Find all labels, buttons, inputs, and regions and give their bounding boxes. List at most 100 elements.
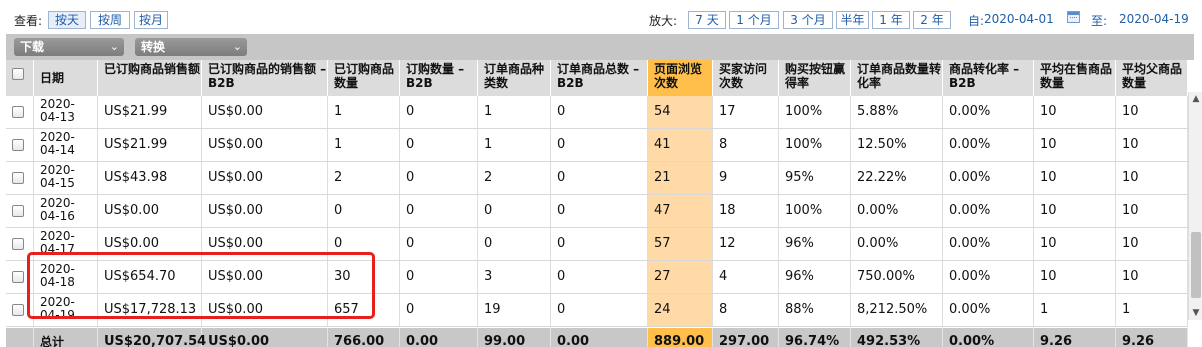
row-select-cell (6, 96, 34, 128)
cell-items-b2b: 0 (551, 129, 648, 161)
scroll-up-icon[interactable]: ▲ (1189, 94, 1202, 104)
column-header-items[interactable]: 订单商品种类数 (478, 60, 551, 96)
cell-sessions: 18 (713, 195, 779, 227)
column-header-buybox[interactable]: 购买按钮赢得率 (779, 60, 851, 96)
date-month-day: 04-15 (40, 176, 75, 190)
view-by-day-button[interactable]: 按天 (48, 11, 86, 29)
calendar-icon[interactable] (1067, 11, 1080, 23)
cell-items: 19 (478, 294, 551, 326)
column-header-unit-session[interactable]: 订单商品数量转化率 (851, 60, 943, 96)
cell-unit-session: 22.22% (851, 162, 943, 194)
total-units-b2b: 0.00 (400, 328, 478, 347)
cell-units-b2b: 0 (400, 129, 478, 161)
cell-page-views: 54 (648, 96, 713, 128)
cell-avg-parent: 10 (1116, 261, 1188, 293)
cell-avg-offers: 10 (1034, 96, 1116, 128)
date-cell: 2020- 04-13 (34, 96, 98, 128)
vertical-scrollbar[interactable]: ▲ ▼ (1188, 92, 1202, 320)
cell-sales: US$21.99 (98, 96, 202, 128)
cell-items-b2b: 0 (551, 162, 648, 194)
zoom-2-years-button[interactable]: 2 年 (913, 11, 951, 29)
select-all-checkbox[interactable] (12, 68, 24, 80)
chevron-down-icon: ⌄ (232, 40, 242, 53)
convert-dropdown[interactable]: 转换 ⌄ (135, 38, 247, 56)
view-by-week-button[interactable]: 按周 (90, 11, 130, 29)
cell-sales-b2b: US$0.00 (202, 129, 328, 161)
column-header-units-b2b[interactable]: 订购数量 – B2B (400, 60, 478, 96)
cell-avg-offers: 1 (1034, 294, 1116, 326)
total-sales-b2b: US$0.00 (202, 328, 328, 347)
row-checkbox[interactable] (12, 205, 24, 217)
zoom-7-days-button[interactable]: 7 天 (688, 11, 726, 29)
cell-unit-session-b2b: 0.00% (943, 162, 1034, 194)
cell-avg-parent: 10 (1116, 129, 1188, 161)
column-header-page-views[interactable]: 页面浏览次数 (648, 60, 713, 96)
column-header-units[interactable]: 已订购商品数量 (328, 60, 400, 96)
zoom-1-month-button[interactable]: 1 个月 (729, 11, 779, 29)
column-header-unit-session-b2b[interactable]: 商品转化率 – B2B (943, 60, 1034, 96)
download-dropdown[interactable]: 下载 ⌄ (14, 38, 124, 56)
table-row: 2020- 04-16 US$0.00 US$0.00 0 0 0 0 47 18 100% 0.00… (6, 195, 1188, 228)
cell-units-b2b: 0 (400, 162, 478, 194)
cell-units: 1 (328, 129, 400, 161)
cell-sessions: 9 (713, 162, 779, 194)
cell-page-views: 41 (648, 129, 713, 161)
column-header-date[interactable]: 日期 (34, 60, 98, 96)
action-bar: 下载 ⌄ 转换 ⌄ (6, 34, 1194, 60)
column-header-sales[interactable]: 已订购商品销售额 (98, 60, 202, 96)
total-avg-parent: 9.26 (1116, 328, 1188, 347)
from-date-label: 自: (968, 14, 985, 28)
cell-buybox: 88% (779, 294, 851, 326)
total-items-b2b: 0.00 (551, 328, 648, 347)
cell-units-b2b: 0 (400, 228, 478, 260)
column-header-sales-b2b[interactable]: 已订购商品的销售额 – B2B (202, 60, 328, 96)
total-spacer-cell (6, 328, 34, 347)
from-date-value[interactable]: 2020-04-01 (984, 12, 1054, 26)
scrollbar-thumb[interactable] (1191, 232, 1201, 298)
column-header-items-b2b[interactable]: 订单商品总数 – B2B (551, 60, 648, 96)
cell-unit-session: 5.88% (851, 96, 943, 128)
table-row: 2020- 04-13 US$21.99 US$0.00 1 0 1 0 54 17 100% 5.8… (6, 96, 1188, 129)
date-cell: 2020- 04-15 (34, 162, 98, 194)
cell-sales-b2b: US$0.00 (202, 96, 328, 128)
row-checkbox[interactable] (12, 238, 24, 250)
view-by-month-button[interactable]: 按月 (134, 11, 168, 29)
scroll-down-icon[interactable]: ▼ (1189, 308, 1202, 318)
row-checkbox[interactable] (12, 304, 24, 316)
cell-sales: US$43.98 (98, 162, 202, 194)
cell-units-b2b: 0 (400, 195, 478, 227)
cell-page-views: 27 (648, 261, 713, 293)
total-label: 总计 (34, 328, 98, 347)
column-header-avg-parent[interactable]: 平均父商品数量 (1116, 60, 1188, 96)
cell-unit-session-b2b: 0.00% (943, 195, 1034, 227)
row-select-cell (6, 195, 34, 227)
cell-avg-offers: 10 (1034, 228, 1116, 260)
table-row: 2020- 04-15 US$43.98 US$0.00 2 0 2 0 21 9 95% 22.22… (6, 162, 1188, 195)
cell-items: 0 (478, 195, 551, 227)
cell-items: 3 (478, 261, 551, 293)
cell-buybox: 100% (779, 96, 851, 128)
zoom-half-year-button[interactable]: 半年 (836, 11, 869, 29)
total-page-views: 889.00 (648, 328, 713, 347)
zoom-3-months-button[interactable]: 3 个月 (783, 11, 833, 29)
column-header-avg-offers[interactable]: 平均在售商品数量 (1034, 60, 1116, 96)
zoom-1-year-button[interactable]: 1 年 (872, 11, 910, 29)
to-date-value[interactable]: 2020-04-19 (1119, 12, 1189, 26)
cell-unit-session: 8,212.50% (851, 294, 943, 326)
row-checkbox[interactable] (12, 271, 24, 283)
date-month-day: 04-16 (40, 209, 75, 223)
cell-unit-session-b2b: 0.00% (943, 129, 1034, 161)
cell-sales: US$0.00 (98, 195, 202, 227)
cell-avg-parent: 10 (1116, 96, 1188, 128)
row-checkbox[interactable] (12, 172, 24, 184)
row-checkbox[interactable] (12, 139, 24, 151)
cell-units: 1 (328, 96, 400, 128)
total-buybox: 96.74% (779, 328, 851, 347)
column-header-sessions[interactable]: 买家访问次数 (713, 60, 779, 96)
cell-units: 2 (328, 162, 400, 194)
cell-units-b2b: 0 (400, 294, 478, 326)
row-checkbox[interactable] (12, 106, 24, 118)
cell-sessions: 17 (713, 96, 779, 128)
cell-items: 1 (478, 96, 551, 128)
to-date-label: 至: (1091, 14, 1108, 28)
